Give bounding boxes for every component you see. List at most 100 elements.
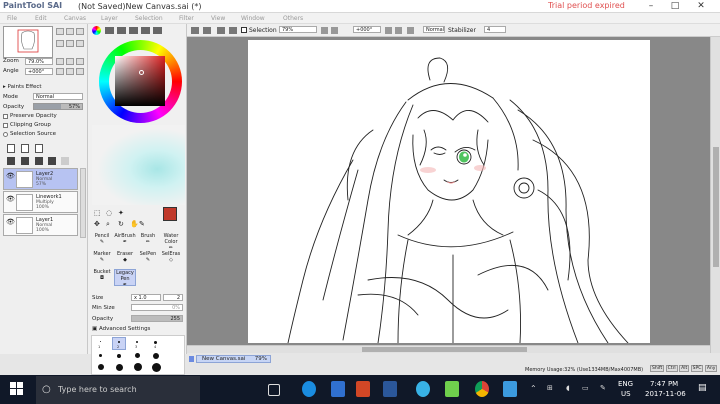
angle-dropdown[interactable]: +000° bbox=[353, 26, 381, 33]
move-icon[interactable]: ✥ bbox=[94, 220, 100, 228]
layer-scrollbar[interactable] bbox=[80, 168, 86, 238]
taskbar-search-box[interactable]: ○ Type here to search bbox=[36, 376, 200, 404]
stabilizer-dropdown[interactable]: 4 bbox=[484, 26, 506, 33]
layer-item[interactable]: 👁 Layer1 Normal 100% bbox=[3, 214, 78, 236]
layer-item[interactable]: 👁 Linework1 Multiply 100% bbox=[3, 191, 78, 213]
horizontal-scrollbar[interactable] bbox=[187, 345, 710, 353]
canvas-tab[interactable]: New Canvas.sai 79% bbox=[196, 355, 271, 363]
tool-seleras[interactable]: SelEras ◇ bbox=[160, 251, 182, 268]
brush-size-preset[interactable] bbox=[152, 363, 161, 372]
windows-start-icon[interactable] bbox=[10, 382, 24, 396]
menu-edit[interactable]: Edit bbox=[35, 15, 47, 22]
current-color-swatch[interactable] bbox=[163, 207, 177, 221]
tool-pencil[interactable]: Pencil ✎ bbox=[91, 233, 113, 250]
maximize-button[interactable]: □ bbox=[664, 0, 686, 13]
menu-file[interactable]: File bbox=[7, 15, 17, 22]
preserve-opacity-checkbox[interactable] bbox=[3, 114, 8, 119]
brush-size-preset[interactable] bbox=[118, 341, 120, 343]
mode-dropdown[interactable]: Normal bbox=[423, 26, 445, 33]
advanced-settings-toggle[interactable]: ▣ Advanced Settings bbox=[92, 326, 150, 332]
zoom-in-icon[interactable] bbox=[331, 27, 338, 34]
eye-icon[interactable]: 👁 bbox=[6, 172, 15, 180]
zoom-out-icon[interactable] bbox=[321, 27, 328, 34]
volume-icon[interactable]: ◖ bbox=[566, 384, 570, 392]
layer-item[interactable]: 👁 Layer2 Normal 57% bbox=[3, 168, 78, 190]
redo-icon[interactable] bbox=[203, 27, 211, 34]
zoom-icon[interactable]: ⌕ bbox=[106, 220, 110, 229]
close-button[interactable]: ✕ bbox=[690, 0, 712, 13]
brush-size-preset[interactable] bbox=[134, 363, 142, 371]
eye-icon[interactable]: 👁 bbox=[6, 218, 15, 226]
nav-reset-button[interactable] bbox=[76, 40, 84, 47]
chevron-up-icon[interactable]: ⌃ bbox=[530, 384, 537, 393]
tool-marker[interactable]: Marker ✎ bbox=[91, 251, 113, 268]
angle-plus-button[interactable] bbox=[66, 68, 74, 75]
brush-size-preset[interactable] bbox=[116, 364, 123, 371]
hsv-slider-toggle-icon[interactable] bbox=[117, 27, 126, 34]
language-indicator[interactable]: ENG bbox=[618, 380, 633, 388]
undo-icon[interactable] bbox=[191, 27, 199, 34]
lasso-icon[interactable]: ◌ bbox=[106, 209, 112, 217]
brush-size-multiplier[interactable]: x 1.0 bbox=[131, 294, 161, 301]
wacom-app-icon[interactable] bbox=[416, 381, 430, 397]
menu-canvas[interactable]: Canvas bbox=[64, 15, 86, 22]
menu-view[interactable]: View bbox=[211, 15, 225, 22]
pen-icon[interactable]: ✎ bbox=[600, 384, 606, 392]
magic-wand-icon[interactable]: ✦ bbox=[118, 209, 124, 217]
nav-rotate-left-button[interactable] bbox=[56, 40, 64, 47]
angle-field[interactable]: +000° bbox=[25, 68, 53, 75]
zoom-plus-button[interactable] bbox=[66, 58, 74, 65]
swatches-toggle-icon[interactable] bbox=[141, 27, 150, 34]
menu-filter[interactable]: Filter bbox=[179, 15, 194, 22]
scratchpad-toggle-icon[interactable] bbox=[153, 27, 162, 34]
deselect-icon[interactable] bbox=[217, 27, 225, 34]
rotate-icon[interactable]: ↻ bbox=[118, 220, 124, 228]
tool-eraser[interactable]: Eraser ◆ bbox=[114, 251, 136, 268]
scratchpad-area[interactable] bbox=[92, 125, 185, 205]
layer-mask-icon[interactable] bbox=[61, 157, 69, 165]
nav-fit-button[interactable] bbox=[76, 28, 84, 35]
tool-bucket[interactable]: Bucket ◘ bbox=[91, 269, 113, 286]
word-icon[interactable] bbox=[383, 381, 397, 397]
clock-date[interactable]: 2017-11-06 bbox=[645, 390, 686, 398]
brush-size-preset[interactable] bbox=[135, 353, 140, 358]
nav-rotate-right-button[interactable] bbox=[66, 40, 74, 47]
min-size-field[interactable]: 0% bbox=[131, 304, 183, 311]
color-picker-cursor[interactable] bbox=[139, 70, 144, 75]
layer-opacity-slider[interactable]: 57% bbox=[33, 103, 83, 110]
brush-size-field[interactable]: 2 bbox=[163, 294, 183, 301]
blend-mode-select[interactable]: Normal bbox=[33, 93, 83, 100]
brush-size-preset[interactable] bbox=[153, 353, 159, 359]
brush-size-preset[interactable] bbox=[117, 354, 121, 358]
notification-icon[interactable]: ▤ bbox=[698, 383, 707, 393]
flip-icon[interactable] bbox=[407, 27, 414, 34]
tool-airbrush[interactable]: AirBrush ✒ bbox=[114, 233, 136, 250]
vertical-scrollbar[interactable] bbox=[710, 37, 720, 353]
selection-source-checkbox[interactable] bbox=[3, 132, 8, 137]
rotate-left-icon[interactable] bbox=[385, 27, 392, 34]
color-wheel-toggle-icon[interactable] bbox=[92, 26, 101, 35]
powerpoint-icon[interactable] bbox=[356, 381, 370, 397]
clear-layer-icon[interactable] bbox=[35, 157, 43, 165]
new-folder-icon[interactable] bbox=[35, 144, 43, 153]
menu-others[interactable]: Others bbox=[283, 15, 303, 22]
nav-zoom-out-button[interactable] bbox=[66, 28, 74, 35]
file-explorer-icon[interactable] bbox=[331, 381, 345, 397]
brush-size-preset[interactable] bbox=[154, 341, 157, 344]
task-view-icon[interactable] bbox=[268, 384, 280, 396]
clipping-group-checkbox[interactable] bbox=[3, 123, 8, 128]
new-layer-icon[interactable] bbox=[7, 144, 15, 153]
network-icon[interactable]: ⊞ bbox=[547, 384, 553, 392]
eyedropper-icon[interactable]: ✎ bbox=[139, 220, 145, 228]
merge-down-icon[interactable] bbox=[21, 157, 29, 165]
drawing-canvas[interactable] bbox=[248, 40, 650, 344]
chrome-icon[interactable] bbox=[475, 381, 489, 397]
region-indicator[interactable]: US bbox=[621, 390, 631, 398]
angle-reset-button[interactable] bbox=[76, 68, 84, 75]
tool-legacy-pen[interactable]: Legacy Pen ✒ bbox=[114, 269, 136, 288]
brush-size-preset[interactable] bbox=[99, 354, 102, 357]
eye-icon[interactable]: 👁 bbox=[6, 195, 15, 203]
tool-brush[interactable]: Brush ✏ bbox=[137, 233, 159, 250]
clock-time[interactable]: 7:47 PM bbox=[650, 380, 678, 388]
transfer-down-icon[interactable] bbox=[7, 157, 15, 165]
